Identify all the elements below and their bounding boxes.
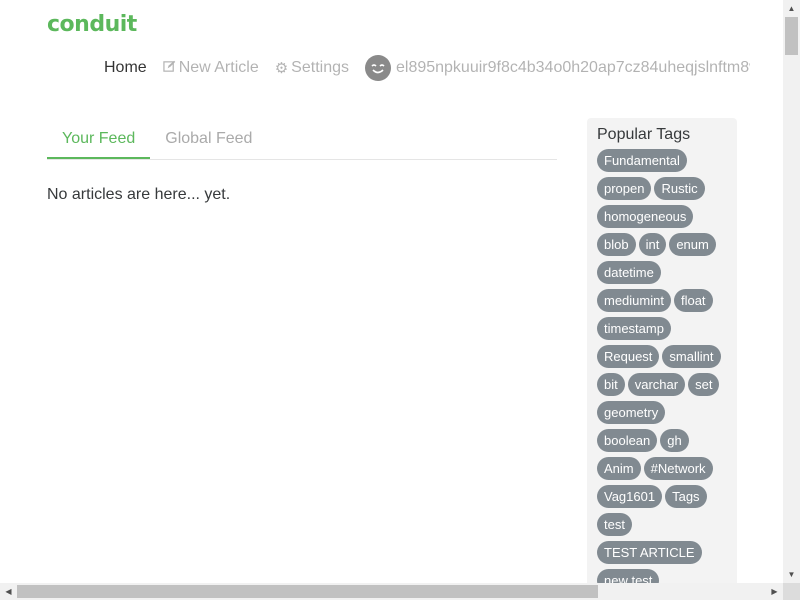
tag-pill[interactable]: blob [597,233,636,256]
tag-pill[interactable]: gh [660,429,689,452]
nav-profile-link[interactable]: el895npkuuir9f8c4b34o0h20ap7cz84uheqjsln… [364,55,750,81]
tag-pill[interactable]: test [597,513,632,536]
horizontal-scrollbar[interactable]: ◀ ▶ [0,583,783,600]
vertical-scroll-thumb[interactable] [785,17,798,55]
tag-pill[interactable]: #Network [643,457,713,480]
tag-pill[interactable]: Anim [597,457,641,480]
scroll-left-arrow-icon[interactable]: ◀ [0,583,17,600]
popular-tags-sidebar: Popular Tags Fundamental propen Rustic h… [587,118,737,583]
nav-settings-label: Settings [291,59,349,76]
scroll-right-arrow-icon[interactable]: ▶ [766,583,783,600]
sidebar-title: Popular Tags [597,126,691,143]
tag-pill[interactable]: int [638,233,667,256]
horizontal-scroll-thumb[interactable] [17,585,598,598]
tag-pill[interactable]: TEST ARTICLE [597,541,702,564]
tag-pill[interactable]: boolean [597,429,658,452]
tag-pill[interactable]: varchar [627,373,686,396]
tag-pill[interactable]: Request [597,345,660,368]
brand-logo[interactable]: conduit [47,12,137,37]
tag-pill[interactable]: set [688,373,720,396]
scroll-down-arrow-icon[interactable]: ▼ [783,566,800,583]
tag-list: Fundamental propen Rustic homogeneous bl… [597,149,727,583]
tag-pill[interactable]: Tags [665,485,707,508]
nav-settings-link[interactable]: ⚙ Settings [275,59,349,77]
tag-pill[interactable]: smallint [662,345,721,368]
tag-pill[interactable]: Vag1601 [597,485,663,508]
tag-pill[interactable]: bit [597,373,625,396]
top-navbar: Home New Article ⚙ Settings el895npkuuir… [104,52,750,84]
tag-pill[interactable]: enum [669,233,716,256]
nav-username: el895npkuuir9f8c4b34o0h20ap7cz84uheqjsln… [395,59,750,76]
feed-toggle: Your Feed Global Feed [47,118,557,160]
smiley-avatar-icon [364,55,391,81]
nav-home-label: Home [104,59,147,76]
gear-icon: ⚙ [274,60,289,77]
scrollbar-corner [783,583,800,600]
tag-pill[interactable]: float [673,289,713,312]
tag-pill[interactable]: timestamp [597,317,671,340]
tag-pill[interactable]: mediumint [597,289,671,312]
edit-icon [163,60,176,77]
scroll-up-arrow-icon[interactable]: ▲ [783,0,800,17]
nav-home-link[interactable]: Home [104,59,147,77]
tag-pill[interactable]: Fundamental [597,149,687,172]
tab-global-feed[interactable]: Global Feed [150,118,267,159]
tag-pill[interactable]: new test [597,569,660,583]
tag-pill[interactable]: propen [597,177,652,200]
page-viewport: conduit Home New Article ⚙ Settings el89… [0,0,783,583]
tag-pill[interactable]: datetime [597,261,661,284]
vertical-scrollbar[interactable]: ▲ ▼ [783,0,800,583]
empty-feed-message: No articles are here... yet. [47,186,231,203]
tag-pill[interactable]: Rustic [654,177,705,200]
nav-new-article-label: New Article [178,59,259,76]
nav-new-article-link[interactable]: New Article [163,59,259,77]
tag-pill[interactable]: geometry [597,401,666,424]
tag-pill[interactable]: homogeneous [597,205,694,228]
tab-your-feed[interactable]: Your Feed [47,118,151,159]
